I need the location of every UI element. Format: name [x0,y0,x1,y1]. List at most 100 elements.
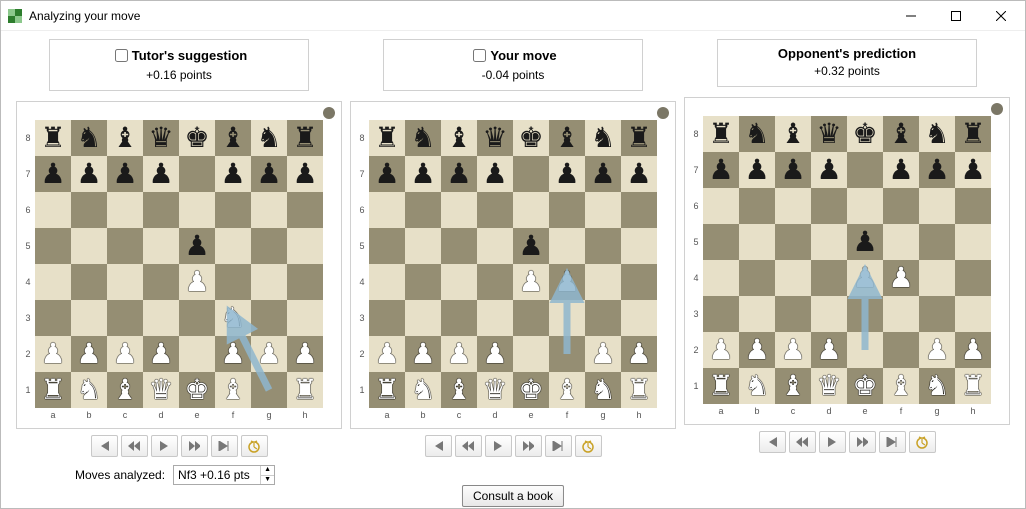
board-square[interactable]: ♞ [919,368,955,404]
board-square[interactable]: ♟ [215,156,251,192]
board-square[interactable] [441,264,477,300]
chess-piece[interactable]: ♜ [626,122,651,153]
chess-piece[interactable]: ♞ [256,122,281,153]
board-square[interactable]: ♞ [405,120,441,156]
moves-analyzed-spinner[interactable]: Nf3 +0.16 pts ▲ ▼ [173,465,275,485]
chess-piece[interactable]: ♚ [852,118,877,149]
board-square[interactable] [107,228,143,264]
board-square[interactable]: ♟ [287,156,323,192]
board-square[interactable]: ♟ [549,264,585,300]
chess-piece[interactable]: ♟ [410,158,435,189]
board-square[interactable]: ♜ [621,120,657,156]
board-square[interactable] [883,188,919,224]
board-square[interactable] [71,300,107,336]
nav-clock-button[interactable] [909,431,936,453]
board-square[interactable]: ♞ [585,372,621,408]
nav-play-button[interactable] [819,431,846,453]
board-square[interactable] [585,300,621,336]
board-square[interactable] [883,224,919,260]
board-square[interactable]: ♞ [585,120,621,156]
board-square[interactable]: ♞ [71,372,107,408]
board-square[interactable]: ♟ [143,156,179,192]
board-square[interactable]: ♟ [107,336,143,372]
chess-piece[interactable]: ♞ [590,122,615,153]
nav-back-button[interactable] [789,431,816,453]
board-square[interactable]: ♟ [585,336,621,372]
chess-piece[interactable]: ♟ [76,158,101,189]
board-square[interactable] [107,300,143,336]
board-square[interactable]: ♞ [739,116,775,152]
chess-piece[interactable]: ♟ [374,158,399,189]
board-square[interactable]: ♟ [775,152,811,188]
chess-piece[interactable]: ♟ [744,334,769,365]
chess-board[interactable]: 8♜♞♝♛♚♝♞♜7♟♟♟♟♟♟♟65♟4♟♟32♟♟♟♟♟♟1♜♞♝♛♚♝♞♜… [355,120,671,422]
board-square[interactable] [703,188,739,224]
board-square[interactable]: ♟ [441,336,477,372]
nav-fwd-button[interactable] [849,431,876,453]
chess-piece[interactable]: ♝ [446,374,471,405]
chess-piece[interactable]: ♟ [888,154,913,185]
board-square[interactable] [513,300,549,336]
board-square[interactable] [549,336,585,372]
chess-piece[interactable]: ♟ [626,158,651,189]
board-square[interactable]: ♟ [287,336,323,372]
board-square[interactable] [287,300,323,336]
chess-piece[interactable]: ♟ [40,158,65,189]
chess-piece[interactable]: ♞ [924,118,949,149]
board-square[interactable]: ♟ [251,336,287,372]
board-square[interactable] [811,260,847,296]
nav-clock-button[interactable] [575,435,602,457]
board-square[interactable]: ♝ [441,120,477,156]
board-square[interactable]: ♝ [883,116,919,152]
board-square[interactable]: ♚ [847,116,883,152]
board-square[interactable] [143,192,179,228]
board-square[interactable]: ♞ [739,368,775,404]
chess-piece[interactable]: ♞ [590,374,615,405]
board-square[interactable] [477,300,513,336]
chess-piece[interactable]: ♝ [220,122,245,153]
board-square[interactable] [811,188,847,224]
chess-piece[interactable]: ♟ [482,158,507,189]
board-square[interactable] [513,192,549,228]
board-square[interactable] [179,300,215,336]
chess-piece[interactable]: ♟ [554,266,579,297]
board-square[interactable] [251,300,287,336]
board-square[interactable] [179,156,215,192]
nav-first-button[interactable] [759,431,786,453]
board-square[interactable] [621,228,657,264]
close-button[interactable] [978,2,1023,30]
board-square[interactable] [405,300,441,336]
board-square[interactable] [143,264,179,300]
board-square[interactable] [955,296,991,332]
board-square[interactable]: ♟ [703,332,739,368]
board-square[interactable]: ♟ [513,228,549,264]
board-square[interactable]: ♟ [585,156,621,192]
board-square[interactable]: ♟ [883,152,919,188]
chess-piece[interactable]: ♟ [888,262,913,293]
chess-piece[interactable]: ♟ [184,230,209,261]
board-square[interactable] [441,228,477,264]
board-square[interactable] [775,296,811,332]
board-square[interactable] [621,192,657,228]
chess-piece[interactable]: ♟ [374,338,399,369]
chess-piece[interactable]: ♜ [40,374,65,405]
chess-piece[interactable]: ♟ [40,338,65,369]
chess-piece[interactable]: ♝ [780,118,805,149]
board-square[interactable] [251,192,287,228]
chess-piece[interactable]: ♟ [148,338,173,369]
board-square[interactable]: ♜ [35,372,71,408]
chess-piece[interactable]: ♟ [924,334,949,365]
board-square[interactable] [847,296,883,332]
chess-piece[interactable]: ♝ [112,122,137,153]
board-square[interactable] [847,188,883,224]
board-square[interactable] [883,296,919,332]
board-square[interactable] [251,228,287,264]
board-square[interactable]: ♛ [477,120,513,156]
board-square[interactable]: ♟ [775,332,811,368]
board-square[interactable]: ♟ [35,336,71,372]
board-square[interactable]: ♝ [107,372,143,408]
board-square[interactable] [71,264,107,300]
board-square[interactable] [585,264,621,300]
chess-piece[interactable]: ♟ [482,338,507,369]
board-square[interactable] [585,228,621,264]
